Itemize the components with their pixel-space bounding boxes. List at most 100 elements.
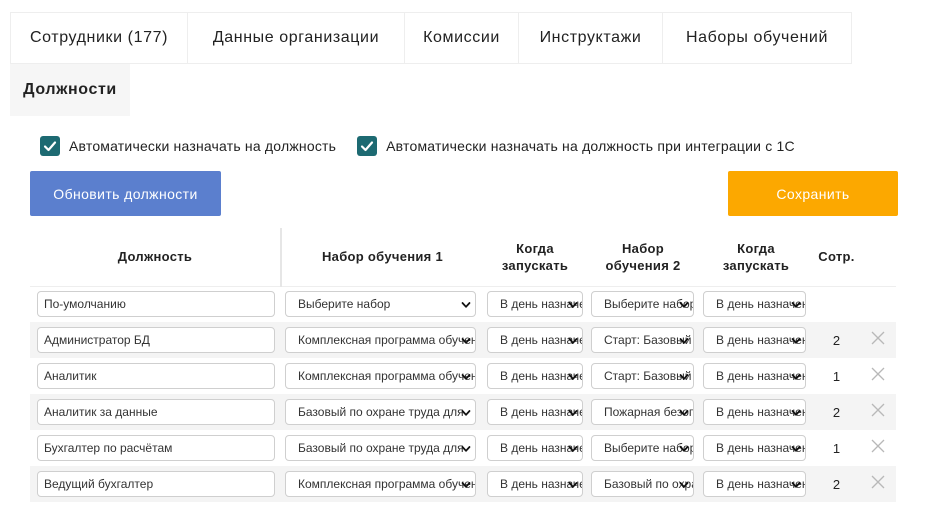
set-2-cell: Старт: Базовый <box>587 322 699 358</box>
chevron-down-icon <box>791 302 801 308</box>
table-row: Аналитик Комплексная программа обучения В … <box>30 358 896 394</box>
auto-assign-1c-option[interactable]: Автоматически назначать на должность при… <box>357 136 795 156</box>
table-row: По-умолчанию Выберите набор В день назначе… <box>30 286 896 322</box>
close-icon[interactable] <box>870 330 886 346</box>
position-name-input[interactable]: Бухгалтер по расчётам <box>37 435 275 461</box>
training-set-1-select[interactable]: Комплексная программа обучения <box>285 363 476 389</box>
training-set-1-select[interactable]: Базовый по охране труда для <box>285 435 476 461</box>
auto-assign-option[interactable]: Автоматически назначать на должность <box>40 136 336 156</box>
chevron-down-icon <box>461 374 471 380</box>
chevron-down-icon <box>791 338 801 344</box>
when-1-cell: В день назначения <box>483 322 587 358</box>
when-launch-1-select[interactable]: В день назначения <box>487 471 583 497</box>
training-set-2-select[interactable]: Старт: Базовый <box>591 327 694 353</box>
when-launch-2-select[interactable]: В день назначения <box>703 471 806 497</box>
table-row: Бухгалтер по расчётам Базовый по охране т… <box>30 430 896 466</box>
set-1-cell: Комплексная программа обучения <box>281 466 483 502</box>
chevron-down-icon <box>679 482 689 488</box>
set-1-cell: Базовый по охране труда для <box>281 394 483 430</box>
when-launch-1-select[interactable]: В день назначения <box>487 435 583 461</box>
chevron-down-icon <box>461 446 471 452</box>
when-1-cell: В день назначения <box>483 358 587 394</box>
when-launch-1-select[interactable]: В день назначения <box>487 327 583 353</box>
employee-count <box>813 286 860 322</box>
close-icon[interactable] <box>870 402 886 418</box>
when-1-cell: В день назначения <box>483 430 587 466</box>
position-name-input[interactable]: Ведущий бухгалтер <box>37 471 275 497</box>
table-row: Администратор БД Комплексная программа об… <box>30 322 896 358</box>
close-icon[interactable] <box>870 438 886 454</box>
when-launch-2-select[interactable]: В день назначения <box>703 327 806 353</box>
set-1-cell: Базовый по охране труда для <box>281 430 483 466</box>
training-set-1-select[interactable]: Комплексная программа обучения <box>285 471 476 497</box>
training-set-1-select-value: Комплексная программа обучения <box>298 477 475 491</box>
when-1-cell: В день назначения <box>483 466 587 502</box>
when-launch-2-select[interactable]: В день назначения <box>703 399 806 425</box>
positions-table: Должность Набор обучения 1 Когда запуска… <box>30 228 896 502</box>
tab-organization-data[interactable]: Данные организации <box>188 12 405 64</box>
tab-positions[interactable]: Должности <box>10 64 130 116</box>
when-launch-2-select[interactable]: В день назначения <box>703 291 806 318</box>
chevron-down-icon <box>461 338 471 344</box>
header-actions <box>860 228 896 287</box>
when-launch-1-select[interactable]: В день назначения <box>487 291 583 318</box>
position-cell: По-умолчанию <box>30 286 281 322</box>
refresh-positions-button[interactable]: Обновить должности <box>30 171 221 216</box>
chevron-down-icon <box>679 302 689 308</box>
employee-count: 1 <box>832 368 841 384</box>
delete-cell <box>860 358 896 394</box>
chevron-down-icon <box>568 446 578 452</box>
when-2-cell: В день назначения <box>699 286 813 322</box>
set-1-cell: Комплексная программа обучения <box>281 322 483 358</box>
header-set-2: Набор обучения 2 <box>587 228 699 287</box>
training-set-2-select[interactable]: Старт: Базовый <box>591 363 694 389</box>
tab-employees[interactable]: Сотрудники (177) <box>10 12 188 64</box>
chevron-down-icon <box>461 482 471 488</box>
when-launch-1-select[interactable]: В день назначения <box>487 363 583 389</box>
chevron-down-icon <box>461 302 471 308</box>
close-icon[interactable] <box>870 474 886 490</box>
position-name-input[interactable]: Аналитик за данные <box>37 399 275 425</box>
training-set-2-select[interactable]: Базовый по охране <box>591 471 694 497</box>
close-icon[interactable] <box>870 366 886 382</box>
training-set-1-select[interactable]: Базовый по охране труда для <box>285 399 476 425</box>
tab-training-sets[interactable]: Наборы обучений <box>663 12 852 64</box>
set-2-cell: Пожарная безопасность <box>587 394 699 430</box>
position-name-input[interactable]: Администратор БД <box>37 327 275 353</box>
chevron-down-icon <box>461 410 471 416</box>
position-name-input[interactable]: По-умолчанию <box>37 291 275 318</box>
chevron-down-icon <box>791 374 801 380</box>
when-launch-2-select[interactable]: В день назначения <box>703 363 806 389</box>
employee-count: 2 <box>813 322 860 358</box>
training-set-1-select[interactable]: Комплексная программа обучения <box>285 327 476 353</box>
chevron-down-icon <box>791 410 801 416</box>
save-button[interactable]: Сохранить <box>728 171 898 216</box>
when-launch-1-select[interactable]: В день назначения <box>487 399 583 425</box>
checkmark-icon <box>43 141 57 152</box>
position-cell: Бухгалтер по расчётам <box>30 430 281 466</box>
training-set-1-select[interactable]: Выберите набор <box>285 291 476 318</box>
position-cell: Аналитик <box>30 358 281 394</box>
chevron-down-icon <box>568 338 578 344</box>
when-2-cell: В день назначения <box>699 394 813 430</box>
auto-assign-checkbox[interactable] <box>40 136 60 156</box>
position-cell: Администратор БД <box>30 322 281 358</box>
training-set-1-select-value: Базовый по охране труда для <box>298 405 464 419</box>
chevron-down-icon <box>791 482 801 488</box>
header-count: Сотр. <box>813 228 860 287</box>
table-header-row: Должность Набор обучения 1 Когда запуска… <box>30 228 896 287</box>
when-1-cell: В день назначения <box>483 394 587 430</box>
tab-commissions[interactable]: Комиссии <box>405 12 519 64</box>
training-set-2-select[interactable]: Пожарная безопасность <box>591 399 694 425</box>
chevron-down-icon <box>568 482 578 488</box>
training-set-2-select[interactable]: Выберите набор <box>591 291 694 318</box>
tab-briefings[interactable]: Инструктажи <box>519 12 663 64</box>
training-set-2-select[interactable]: Выберите набор <box>591 435 694 461</box>
chevron-down-icon <box>568 410 578 416</box>
set-1-cell: Комплексная программа обучения <box>281 358 483 394</box>
auto-assign-1c-checkbox[interactable] <box>357 136 378 156</box>
when-launch-2-select[interactable]: В день назначения <box>703 435 806 461</box>
position-name-input[interactable]: Аналитик <box>37 363 275 389</box>
chevron-down-icon <box>791 446 801 452</box>
delete-cell <box>860 286 896 322</box>
